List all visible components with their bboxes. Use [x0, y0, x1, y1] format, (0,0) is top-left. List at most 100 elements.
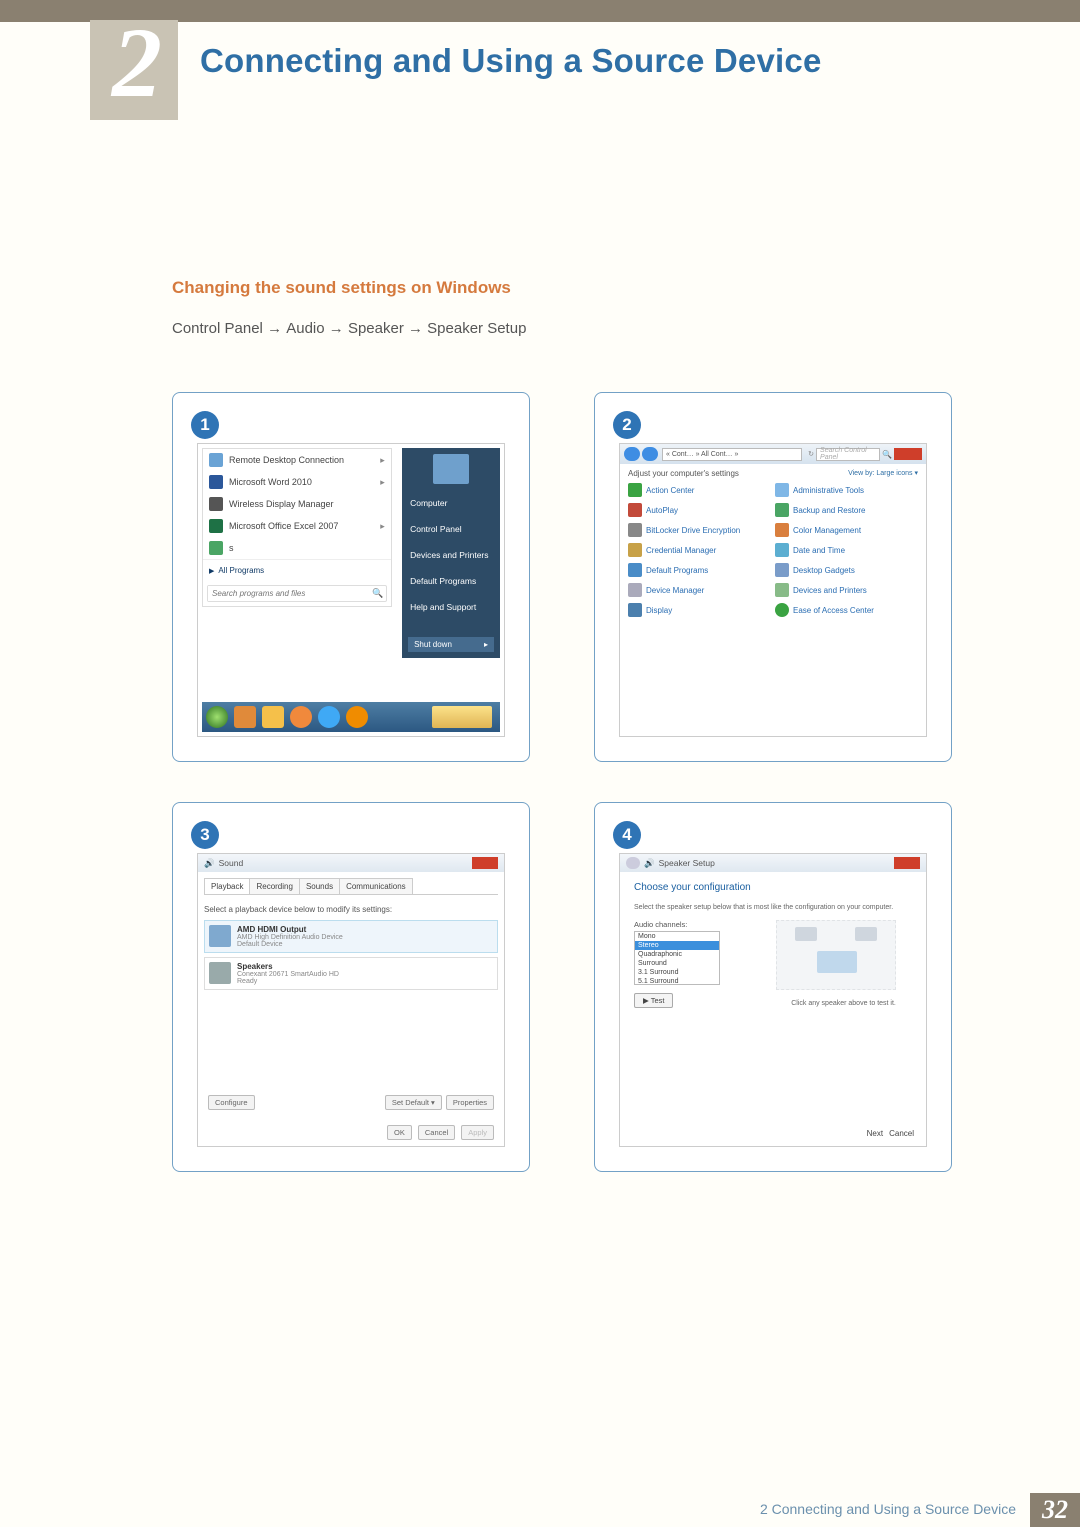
cp-label: Ease of Access Center — [793, 606, 874, 615]
device-status: Ready — [237, 978, 339, 985]
channel-option-selected[interactable]: Stereo — [635, 941, 719, 950]
next-button[interactable]: Next — [867, 1129, 883, 1138]
close-button-icon[interactable] — [894, 857, 920, 869]
shutdown-label: Shut down — [414, 640, 452, 649]
tab-playback[interactable]: Playback — [204, 878, 250, 894]
taskbar-icon[interactable] — [346, 706, 368, 728]
cp-item[interactable]: Action Center — [628, 483, 771, 497]
taskbar-window-icon[interactable] — [432, 706, 492, 728]
device-row[interactable]: Speakers Conexant 20671 SmartAudio HD Re… — [204, 957, 498, 990]
app-icon — [209, 541, 223, 555]
back-icon[interactable] — [626, 857, 640, 869]
test-button[interactable]: ▶ Test — [634, 993, 673, 1008]
cp-item[interactable]: Devices and Printers — [775, 583, 918, 597]
footer-text: 2 Connecting and Using a Source Device — [746, 1493, 1030, 1527]
cp-item[interactable]: Color Management — [775, 523, 918, 537]
cp-item[interactable]: Credential Manager — [628, 543, 771, 557]
search-box[interactable]: Search Control Panel — [816, 448, 880, 461]
cp-label: Device Manager — [646, 586, 704, 595]
right-menu-item[interactable]: Control Panel — [402, 516, 500, 542]
device-manager-icon — [628, 583, 642, 597]
device-sub: Conexant 20671 SmartAudio HD — [237, 971, 339, 978]
start-search[interactable]: 🔍 — [207, 585, 387, 602]
speaker-layout-illustration[interactable] — [776, 920, 896, 990]
cp-item[interactable]: AutoPlay — [628, 503, 771, 517]
back-button-icon[interactable] — [624, 447, 640, 461]
search-icon: 🔍 — [882, 450, 892, 459]
cp-item[interactable]: Device Manager — [628, 583, 771, 597]
screenshot-start-menu: Remote Desktop Connection ▸ Microsoft Wor… — [197, 443, 505, 737]
right-menu-item[interactable]: Devices and Printers — [402, 542, 500, 568]
apply-button[interactable]: Apply — [461, 1125, 494, 1140]
cp-item[interactable]: Date and Time — [775, 543, 918, 557]
cp-item[interactable]: BitLocker Drive Encryption — [628, 523, 771, 537]
menu-item[interactable]: s — [203, 537, 391, 559]
menu-item[interactable]: Remote Desktop Connection ▸ — [203, 449, 391, 471]
channel-option[interactable]: Mono — [635, 932, 719, 941]
refresh-icon[interactable]: ↻ — [808, 450, 814, 458]
search-input[interactable] — [208, 586, 370, 601]
cp-item[interactable]: Administrative Tools — [775, 483, 918, 497]
taskbar-icon[interactable] — [318, 706, 340, 728]
menu-item[interactable]: Microsoft Office Excel 2007▸ — [203, 515, 391, 537]
cancel-button[interactable]: Cancel — [889, 1129, 914, 1138]
cp-label: AutoPlay — [646, 506, 678, 515]
gadgets-icon — [775, 563, 789, 577]
taskbar-icon[interactable] — [262, 706, 284, 728]
taskbar-icon[interactable] — [234, 706, 256, 728]
tab-communications[interactable]: Communications — [339, 878, 413, 894]
backup-icon — [775, 503, 789, 517]
datetime-icon — [775, 543, 789, 557]
address-bar[interactable]: « Cont… » All Cont… » — [662, 448, 802, 461]
cp-item[interactable]: Backup and Restore — [775, 503, 918, 517]
properties-button[interactable]: Properties — [446, 1095, 494, 1110]
speaker-icon[interactable] — [795, 927, 817, 941]
menu-label: Remote Desktop Connection — [229, 455, 344, 465]
device-row[interactable]: AMD HDMI Output AMD High Definition Audi… — [204, 920, 498, 953]
taskbar-icon[interactable] — [290, 706, 312, 728]
chevron-right-icon: ▸ — [380, 521, 385, 532]
menu-item[interactable]: Microsoft Word 2010▸ — [203, 471, 391, 493]
tab-sounds[interactable]: Sounds — [299, 878, 340, 894]
channels-listbox[interactable]: Mono Stereo Quadraphonic Surround 3.1 Su… — [634, 931, 720, 985]
ok-button[interactable]: OK — [387, 1125, 412, 1140]
speaker-icon: 🔊 — [644, 858, 655, 869]
right-menu-item[interactable]: Help and Support — [402, 594, 500, 620]
configure-button[interactable]: Configure — [208, 1095, 255, 1110]
set-default-button[interactable]: Set Default ▾ — [385, 1095, 442, 1110]
chevron-right-icon: ▸ — [380, 455, 385, 466]
right-menu-item[interactable]: Computer — [402, 490, 500, 516]
listener-icon — [817, 951, 857, 973]
cancel-button[interactable]: Cancel — [418, 1125, 455, 1140]
cp-item[interactable]: Display — [628, 603, 771, 617]
tab-recording[interactable]: Recording — [249, 878, 299, 894]
screenshot-control-panel: « Cont… » All Cont… » ↻ Search Control P… — [619, 443, 927, 737]
channel-option[interactable]: Quadraphonic — [635, 950, 719, 959]
search-icon: 🔍 — [370, 586, 386, 601]
app-icon — [209, 475, 223, 489]
ease-of-access-icon — [775, 603, 789, 617]
speaker-icon[interactable] — [855, 927, 877, 941]
flag-icon — [628, 483, 642, 497]
close-button-icon[interactable] — [894, 448, 922, 460]
right-menu-item[interactable]: Default Programs — [402, 568, 500, 594]
chevron-right-icon: ▸ — [380, 477, 385, 488]
channel-option[interactable]: 3.1 Surround — [635, 968, 719, 977]
breadcrumb-item: Control Panel — [172, 320, 263, 337]
display-icon — [628, 603, 642, 617]
user-picture — [433, 454, 469, 484]
all-programs[interactable]: All Programs — [203, 559, 391, 581]
cp-item[interactable]: Ease of Access Center — [775, 603, 918, 617]
forward-button-icon[interactable] — [642, 447, 658, 461]
start-orb-icon[interactable] — [206, 706, 228, 728]
cp-item[interactable]: Desktop Gadgets — [775, 563, 918, 577]
screenshot-speaker-setup: 🔊 Speaker Setup Choose your configuratio… — [619, 853, 927, 1147]
channel-option[interactable]: Surround — [635, 959, 719, 968]
view-by-dropdown[interactable]: View by: Large icons ▾ — [848, 469, 918, 478]
close-button-icon[interactable] — [472, 857, 498, 869]
channel-option[interactable]: 5.1 Surround — [635, 977, 719, 985]
cp-item[interactable]: Default Programs — [628, 563, 771, 577]
shutdown-button[interactable]: Shut down▸ — [408, 637, 494, 652]
menu-item[interactable]: Wireless Display Manager — [203, 493, 391, 515]
chapter-title: Connecting and Using a Source Device — [200, 42, 822, 80]
